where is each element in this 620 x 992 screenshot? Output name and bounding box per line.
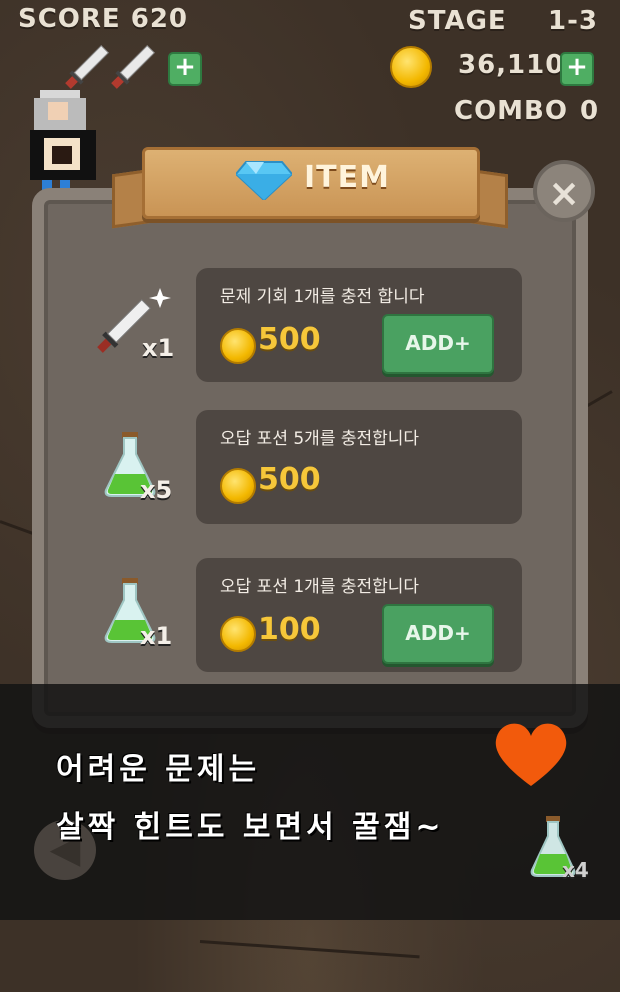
coin-icon [390, 46, 432, 88]
combo-value: 0 [580, 96, 600, 126]
add-item-button[interactable]: ADD+ [382, 314, 494, 374]
item-price: 500 [258, 462, 321, 497]
item-row: 오답 포션 5개를 충전합니다 500 [196, 410, 522, 524]
score-label: SCORE 620 [18, 4, 189, 34]
combo-label: COMBO [454, 96, 568, 126]
sword-lives-icon [65, 44, 156, 89]
stage-value: 1-3 [548, 6, 598, 36]
item-price: 100 [258, 612, 321, 647]
caption-line-1: 어려운 문제는 [56, 752, 261, 787]
coin-icon [220, 616, 256, 652]
stage-label: STAGE [408, 6, 507, 36]
item-row: 문제 기회 1개를 충전 합니다 500 ADD+ [196, 268, 522, 382]
heart-icon [495, 723, 567, 786]
item-quantity: x1 [140, 622, 173, 650]
item-price: 500 [258, 322, 321, 357]
potion-count: x4 [562, 858, 589, 882]
coin-icon [220, 328, 256, 364]
item-quantity: x5 [140, 476, 173, 504]
item-row: 오답 포션 1개를 충전합니다 100 ADD+ [196, 558, 522, 672]
caption-line-2: 살짝 힌트도 보면서 꿀잼~ [56, 810, 445, 845]
item-description: 오답 포션 5개를 충전합니다 [220, 429, 420, 449]
item-description: 오답 포션 1개를 충전합니다 [220, 577, 420, 597]
panel-title: ITEM [304, 160, 390, 195]
add-lives-button[interactable]: + [168, 52, 202, 86]
close-button[interactable]: × [533, 160, 595, 222]
item-quantity: x1 [142, 334, 175, 362]
add-item-button[interactable]: ADD+ [382, 604, 494, 664]
diamond-icon [236, 161, 292, 200]
coin-count: 36,110 [458, 50, 565, 80]
coin-icon [220, 468, 256, 504]
item-description: 문제 기회 1개를 충전 합니다 [220, 287, 425, 307]
add-coins-button[interactable]: + [560, 52, 594, 86]
